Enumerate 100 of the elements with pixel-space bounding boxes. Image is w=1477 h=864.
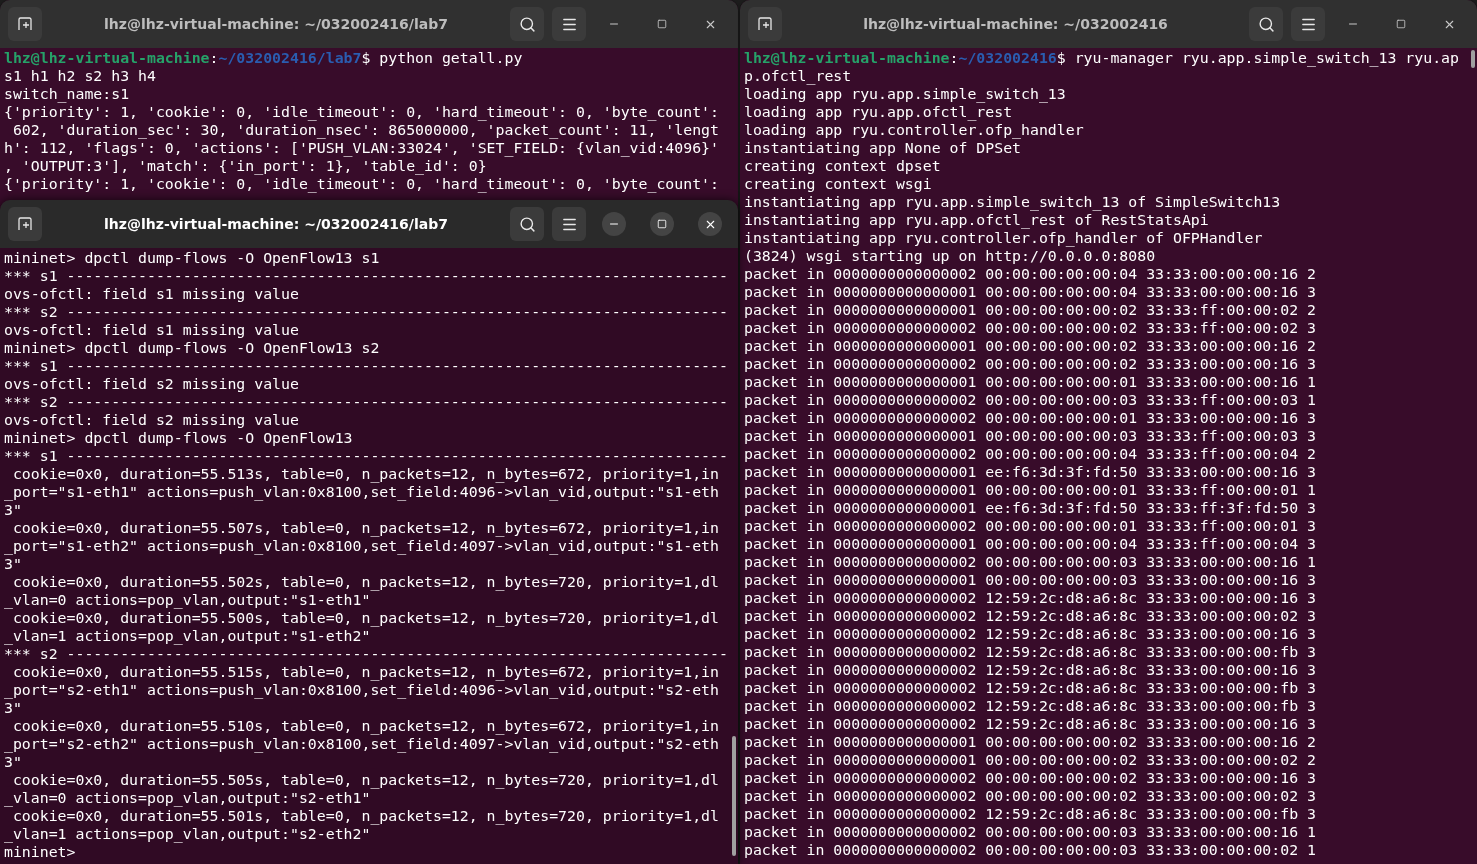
terminal-line: cookie=0x0, duration=55.515s, table=0, n_packets=12, n_bytes=672, priority=1,in: [11, 663, 719, 681]
terminal-line: ovs-ofctl: field s2 missing value: [4, 411, 299, 429]
terminal-line: packet in 0000000000000002 00:00:00:00:00:03 33:33:ff:00:00:03 1: [744, 391, 1316, 409]
terminal-line: packet in 0000000000000002 00:00:00:00:00:03 33:33:00:00:00:16 1: [744, 553, 1316, 571]
terminal-line: mininet> dpctl dump-flows -O OpenFlow13: [4, 429, 353, 447]
terminal-line: _port="s2-eth2" actions=push_vlan:0x8100,set_field:4097->vlan_vid,output:"s2-eth: [4, 735, 719, 753]
terminal-line: , 'OUTPUT:3'], 'match': {'in_port': 1}, 'table_id': 0}: [4, 157, 487, 175]
minimize-button[interactable]: [602, 212, 626, 236]
search-button[interactable]: [510, 7, 544, 41]
search-button[interactable]: [1249, 7, 1283, 41]
terminal-line: packet in 0000000000000001 00:00:00:00:00:02 33:33:ff:00:00:02 2: [744, 301, 1316, 319]
terminal-line: h': 112, 'flags': 0, 'actions': ['PUSH_VLAN:33024', 'SET_FIELD: {vlan_vid:4096}': [4, 139, 719, 157]
terminal-line: packet in 0000000000000002 12:59:2c:d8:a6:8c 33:33:00:00:00:02 3: [744, 607, 1316, 625]
terminal-line: 3": [4, 753, 22, 771]
terminal-line: packet in 0000000000000002 00:00:00:00:00:02 33:33:00:00:00:02 3: [744, 787, 1316, 805]
terminal-line: *** s1 --------------------------------------------------------------------------: [4, 357, 728, 375]
terminal-line: 3": [4, 555, 22, 573]
search-button[interactable]: [510, 207, 544, 241]
new-tab-button[interactable]: [8, 7, 42, 41]
terminal-line: _vlan=0 actions=pop_vlan,output:"s1-eth1": [4, 591, 371, 609]
terminal-line: ovs-ofctl: field s2 missing value: [4, 375, 299, 393]
new-tab-icon: [17, 216, 33, 232]
terminal-line: {'priority': 1, 'cookie': 0, 'idle_timeout': 0, 'hard_timeout': 0, 'byte_count':: [4, 103, 719, 121]
terminal-line: packet in 0000000000000002 00:00:00:00:00:04 33:33:00:00:00:16 2: [744, 265, 1316, 283]
terminal-line: packet in 0000000000000002 00:00:00:00:00:02 33:33:00:00:00:16 3: [744, 769, 1316, 787]
search-icon: [518, 215, 536, 233]
terminal-line: *** s1 --------------------------------------------------------------------------: [4, 267, 728, 285]
terminal-line: instantiating app ryu.app.ofctl_rest of RestStatsApi: [744, 211, 1209, 229]
terminal-line: cookie=0x0, duration=55.507s, table=0, n_packets=12, n_bytes=672, priority=1,in: [11, 519, 719, 537]
new-tab-icon: [17, 16, 33, 32]
terminal-line: packet in 0000000000000002 12:59:2c:d8:a6:8c 33:33:00:00:00:16 3: [744, 661, 1316, 679]
terminal-line: cookie=0x0, duration=55.501s, table=0, n_packets=12, n_bytes=720, priority=1,dl: [11, 807, 719, 825]
terminal-line: lhz@lhz-virtual-machine:~/032002416/lab7$ python getall.py: [4, 49, 523, 67]
terminal-line: ovs-ofctl: field s1 missing value: [4, 321, 299, 339]
terminal-line: packet in 0000000000000001 00:00:00:00:00:02 33:33:00:00:00:16 2: [744, 733, 1316, 751]
terminal-line: packet in 0000000000000002 00:00:00:00:00:01 33:33:ff:00:00:01 3: [744, 517, 1316, 535]
terminal-line: cookie=0x0, duration=55.500s, table=0, n_packets=12, n_bytes=720, priority=1,dl: [11, 609, 719, 627]
terminal-line: instantiating app None of DPSet: [744, 139, 1022, 157]
menu-button[interactable]: [552, 7, 586, 41]
terminal-line: cookie=0x0, duration=55.502s, table=0, n_packets=12, n_bytes=720, priority=1,dl: [11, 573, 719, 591]
terminal-line: packet in 0000000000000002 12:59:2c:d8:a6:8c 33:33:00:00:00:fb 3: [744, 643, 1316, 661]
terminal-line: _port="s1-eth1" actions=push_vlan:0x8100,set_field:4096->vlan_vid,output:"s1-eth: [4, 483, 719, 501]
terminal-line: packet in 0000000000000001 00:00:00:00:00:03 33:33:00:00:00:16 3: [744, 571, 1316, 589]
window-title: lhz@lhz-virtual-machine: ~/032002416/lab7: [103, 16, 449, 32]
terminal-line: mininet> dpctl dump-flows -O OpenFlow13 s2: [4, 339, 380, 357]
terminal-line: instantiating app ryu.controller.ofp_handler of OFPHandler: [744, 229, 1263, 247]
scrollbar-thumb[interactable]: [1471, 50, 1475, 68]
terminal-line: _vlan=1 actions=pop_vlan,output:"s1-eth2": [4, 627, 371, 645]
terminal-line: packet in 0000000000000002 00:00:00:00:00:02 33:33:ff:00:00:02 3: [744, 319, 1316, 337]
terminal-line: ovs-ofctl: field s1 missing value: [4, 285, 299, 303]
terminal-line: packet in 0000000000000001 00:00:00:00:00:03 33:33:ff:00:00:03 3: [744, 427, 1316, 445]
new-tab-button[interactable]: [8, 207, 42, 241]
menu-button[interactable]: [1291, 7, 1325, 41]
terminal-line: s1 h1 h2 s2 h3 h4: [4, 67, 156, 85]
terminal-line: {'priority': 1, 'cookie': 0, 'idle_timeout': 0, 'hard_timeout': 0, 'byte_count':: [4, 175, 719, 193]
window-title: lhz@lhz-virtual-machine: ~/032002416: [862, 16, 1169, 32]
terminal-line: loading app ryu.controller.ofp_handler: [744, 121, 1084, 139]
terminal-line: _vlan=1 actions=pop_vlan,output:"s2-eth2": [4, 825, 371, 843]
maximize-button[interactable]: [650, 212, 674, 236]
terminal-line: packet in 0000000000000002 12:59:2c:d8:a6:8c 33:33:00:00:00:fb 3: [744, 697, 1316, 715]
terminal-line: packet in 0000000000000002 12:59:2c:d8:a6:8c 33:33:00:00:00:fb 3: [744, 679, 1316, 697]
terminal-line: (3824) wsgi starting up on http://0.0.0.0:8080: [744, 247, 1156, 265]
terminal-line: packet in 0000000000000001 00:00:00:00:00:02 33:33:00:00:00:16 2: [744, 337, 1316, 355]
terminal-line: _port="s1-eth2" actions=push_vlan:0x8100,set_field:4097->vlan_vid,output:"s1-eth: [4, 537, 719, 555]
terminal-line: _vlan=0 actions=pop_vlan,output:"s2-eth1": [4, 789, 371, 807]
terminal-line: *** s2 --------------------------------------------------------------------------: [4, 645, 728, 663]
terminal-line: packet in 0000000000000001 00:00:00:00:00:04 33:33:ff:00:00:04 3: [744, 535, 1316, 553]
terminal-line: switch_name:s1: [4, 85, 130, 103]
terminal-line: 3": [4, 501, 22, 519]
terminal-line: instantiating app ryu.app.simple_switch_13 of SimpleSwitch13: [744, 193, 1281, 211]
scrollbar-thumb[interactable]: [732, 736, 736, 856]
new-tab-icon: [757, 16, 773, 32]
terminal-line: loading app ryu.app.simple_switch_13: [744, 85, 1066, 103]
terminal-line: packet in 0000000000000002 12:59:2c:d8:a6:8c 33:33:00:00:00:16 3: [744, 715, 1316, 733]
terminal-line: packet in 0000000000000001 00:00:00:00:00:04 33:33:00:00:00:16 3: [744, 283, 1316, 301]
terminal-line: cookie=0x0, duration=55.505s, table=0, n_packets=12, n_bytes=720, priority=1,dl: [11, 771, 719, 789]
terminal-line: packet in 0000000000000001 00:00:00:00:00:02 33:33:00:00:00:02 2: [744, 751, 1316, 769]
menu-button[interactable]: [552, 207, 586, 241]
maximize-icon: [1396, 19, 1406, 29]
terminal-line: packet in 0000000000000002 12:59:2c:d8:a6:8c 33:33:00:00:00:16 3: [744, 625, 1316, 643]
terminal-line: cookie=0x0, duration=55.513s, table=0, n_packets=12, n_bytes=672, priority=1,in: [11, 465, 719, 483]
terminal-line: packet in 0000000000000002 00:00:00:00:00:04 33:33:ff:00:00:04 2: [744, 445, 1316, 463]
terminal-line: packet in 0000000000000002 00:00:00:00:00:03 33:33:00:00:00:02 1: [744, 841, 1316, 859]
terminal-line: creating context wsgi: [744, 175, 932, 193]
terminal-line: creating context dpset: [744, 157, 941, 175]
search-icon: [518, 15, 536, 33]
terminal-line: packet in 0000000000000001 ee:f6:3d:3f:fd:50 33:33:ff:3f:fd:50 3: [744, 499, 1316, 517]
maximize-icon: [657, 219, 667, 229]
terminal-line: 602, 'duration_sec': 30, 'duration_nsec': 865000000, 'packet_count': 11, 'lengt: [11, 121, 719, 139]
terminal-line: mininet> dpctl dump-flows -O OpenFlow13 s1: [4, 249, 380, 267]
new-tab-button[interactable]: [748, 7, 782, 41]
terminal-line: packet in 0000000000000002 00:00:00:00:00:02 33:33:00:00:00:16 3: [744, 355, 1316, 373]
terminal-line: *** s2 --------------------------------------------------------------------------: [4, 303, 728, 321]
search-icon: [1257, 15, 1275, 33]
terminal-line: packet in 0000000000000001 ee:f6:3d:3f:fd:50 33:33:00:00:00:16 3: [744, 463, 1316, 481]
maximize-icon: [657, 19, 667, 29]
terminal-line: _port="s2-eth1" actions=push_vlan:0x8100,set_field:4096->vlan_vid,output:"s2-eth: [4, 681, 719, 699]
close-button[interactable]: [698, 212, 722, 236]
terminal-line: 3": [4, 699, 22, 717]
terminal-line: loading app ryu.app.ofctl_rest: [744, 103, 1013, 121]
